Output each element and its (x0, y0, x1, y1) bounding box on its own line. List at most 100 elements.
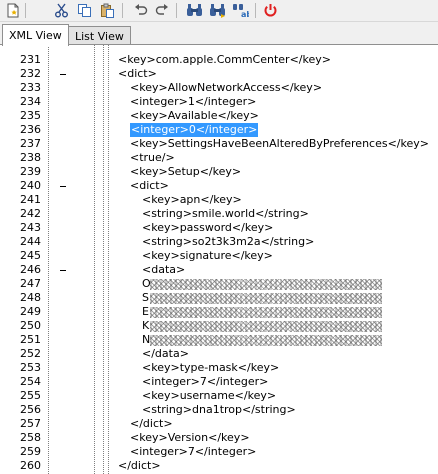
new-document-icon[interactable] (4, 2, 21, 19)
line-number: 250 (20, 319, 41, 332)
tab-list-view[interactable]: List View (68, 26, 131, 46)
code-line[interactable]: 241 <key>apn</key> (0, 193, 438, 207)
code-text: <key>Available</key> (130, 109, 259, 122)
line-number: 249 (20, 305, 41, 318)
code-line[interactable]: 250 K (0, 319, 438, 333)
code-line[interactable]: 255 <key>username</key> (0, 389, 438, 403)
line-number: 248 (20, 291, 41, 304)
code-line[interactable]: 231 <key>com.apple.CommCenter</key> (0, 53, 438, 67)
redacted-data (150, 321, 382, 332)
line-number: 253 (20, 361, 41, 374)
code-text: K (142, 319, 150, 332)
code-text: <string>so2t3k3m2a</string> (142, 235, 315, 248)
code-line[interactable]: 260 </dict> (0, 459, 438, 473)
code-line[interactable]: 246 <data> (0, 263, 438, 277)
code-text: <key>signature</key> (142, 249, 273, 262)
xml-editor[interactable]: 231 <key>com.apple.CommCenter</key> 232 <di… (0, 44, 438, 474)
code-line[interactable]: 254 <integer>7</integer> (0, 375, 438, 389)
collapse-icon[interactable] (60, 270, 66, 271)
code-line[interactable]: 249 E (0, 305, 438, 319)
code-line[interactable]: 244 <string>so2t3k3m2a</string> (0, 235, 438, 249)
find-next-icon[interactable] (209, 2, 226, 19)
code-line[interactable]: 235 <key>Available</key> (0, 109, 438, 123)
redacted-data (150, 293, 382, 304)
line-number: 240 (20, 179, 41, 192)
line-number: 238 (20, 151, 41, 164)
code-text: S (142, 291, 149, 304)
code-line[interactable]: 237 <key>SettingsHaveBeenAlteredByPrefere… (0, 137, 438, 151)
code-text: <integer>7</integer> (142, 375, 269, 388)
line-number: 239 (20, 165, 41, 178)
code-text: <dict> (130, 179, 169, 192)
line-number: 259 (20, 445, 41, 458)
code-text: </dict> (130, 417, 173, 430)
line-number: 232 (20, 67, 41, 80)
code-text: <key>username</key> (142, 389, 277, 402)
code-text: <integer>1</integer> (130, 95, 257, 108)
power-icon[interactable] (262, 2, 279, 19)
paste-icon[interactable] (99, 2, 116, 19)
code-text: <key>SettingsHaveBeenAlteredByPreference… (130, 137, 429, 150)
find-icon[interactable] (186, 2, 203, 19)
code-line[interactable]: 257 </dict> (0, 417, 438, 431)
code-line[interactable]: 258 <key>Version</key> (0, 431, 438, 445)
code-line[interactable]: 243 <key>password</key> (0, 221, 438, 235)
toolbar: ab (0, 0, 438, 22)
line-number: 255 (20, 389, 41, 402)
code-text: <key>com.apple.CommCenter</key> (118, 53, 331, 66)
code-line[interactable]: 242 <string>smile.world</string> (0, 207, 438, 221)
line-number: 252 (20, 347, 41, 360)
line-number: 258 (20, 431, 41, 444)
code-line[interactable]: 251 N (0, 333, 438, 347)
line-number: 236 (20, 123, 41, 136)
redacted-data (150, 335, 382, 346)
line-number: 243 (20, 221, 41, 234)
line-number: 235 (20, 109, 41, 122)
redacted-data (150, 307, 382, 318)
code-line[interactable]: 240 <dict> (0, 179, 438, 193)
tab-xml-view[interactable]: XML View (2, 24, 69, 46)
copy-icon[interactable] (76, 2, 93, 19)
line-number: 256 (20, 403, 41, 416)
line-number: 257 (20, 417, 41, 430)
line-number: 234 (20, 95, 41, 108)
code-text: </dict> (118, 459, 161, 472)
code-text: <dict> (118, 67, 157, 80)
code-line[interactable]: 232 <dict> (0, 67, 438, 81)
code-line[interactable]: 256 <string>dna1trop</string> (0, 403, 438, 417)
undo-icon[interactable] (132, 2, 149, 19)
code-line[interactable]: 236 <integer>0</integer> (0, 123, 438, 137)
code-line[interactable]: 245 <key>signature</key> (0, 249, 438, 263)
code-line[interactable]: 247 O (0, 277, 438, 291)
code-line[interactable]: 234 <integer>1</integer> (0, 95, 438, 109)
tab-bar: XML View List View (0, 22, 438, 46)
line-number: 244 (20, 235, 41, 248)
line-number: 254 (20, 375, 41, 388)
code-line[interactable]: 253 <key>type-mask</key> (0, 361, 438, 375)
line-number: 251 (20, 333, 41, 346)
line-number: 242 (20, 207, 41, 220)
code-text: <key>Version</key> (130, 431, 250, 444)
code-text: </data> (142, 347, 189, 360)
code-line[interactable]: 248 S (0, 291, 438, 305)
code-text: <key>apn</key> (142, 193, 242, 206)
code-text: <data> (142, 263, 186, 276)
line-number: 247 (20, 277, 41, 290)
line-number: 246 (20, 263, 41, 276)
code-line[interactable]: 238 <true/> (0, 151, 438, 165)
collapse-icon[interactable] (60, 186, 66, 187)
line-number: 231 (20, 53, 41, 66)
replace-icon[interactable]: ab (232, 2, 249, 19)
code-line[interactable]: 259 <integer>7</integer> (0, 445, 438, 459)
cut-icon[interactable] (53, 2, 70, 19)
redo-icon[interactable] (154, 2, 171, 19)
collapse-icon[interactable] (60, 74, 66, 75)
code-text: <key>AllowNetworkAccess</key> (130, 81, 323, 94)
code-line[interactable]: 239 <key>Setup</key> (0, 165, 438, 179)
code-text: N (142, 333, 151, 346)
redacted-data (150, 279, 382, 290)
svg-text:ab: ab (241, 10, 249, 18)
code-line[interactable]: 252 </data> (0, 347, 438, 361)
code-text: <key>password</key> (142, 221, 274, 234)
code-line[interactable]: 233 <key>AllowNetworkAccess</key> (0, 81, 438, 95)
